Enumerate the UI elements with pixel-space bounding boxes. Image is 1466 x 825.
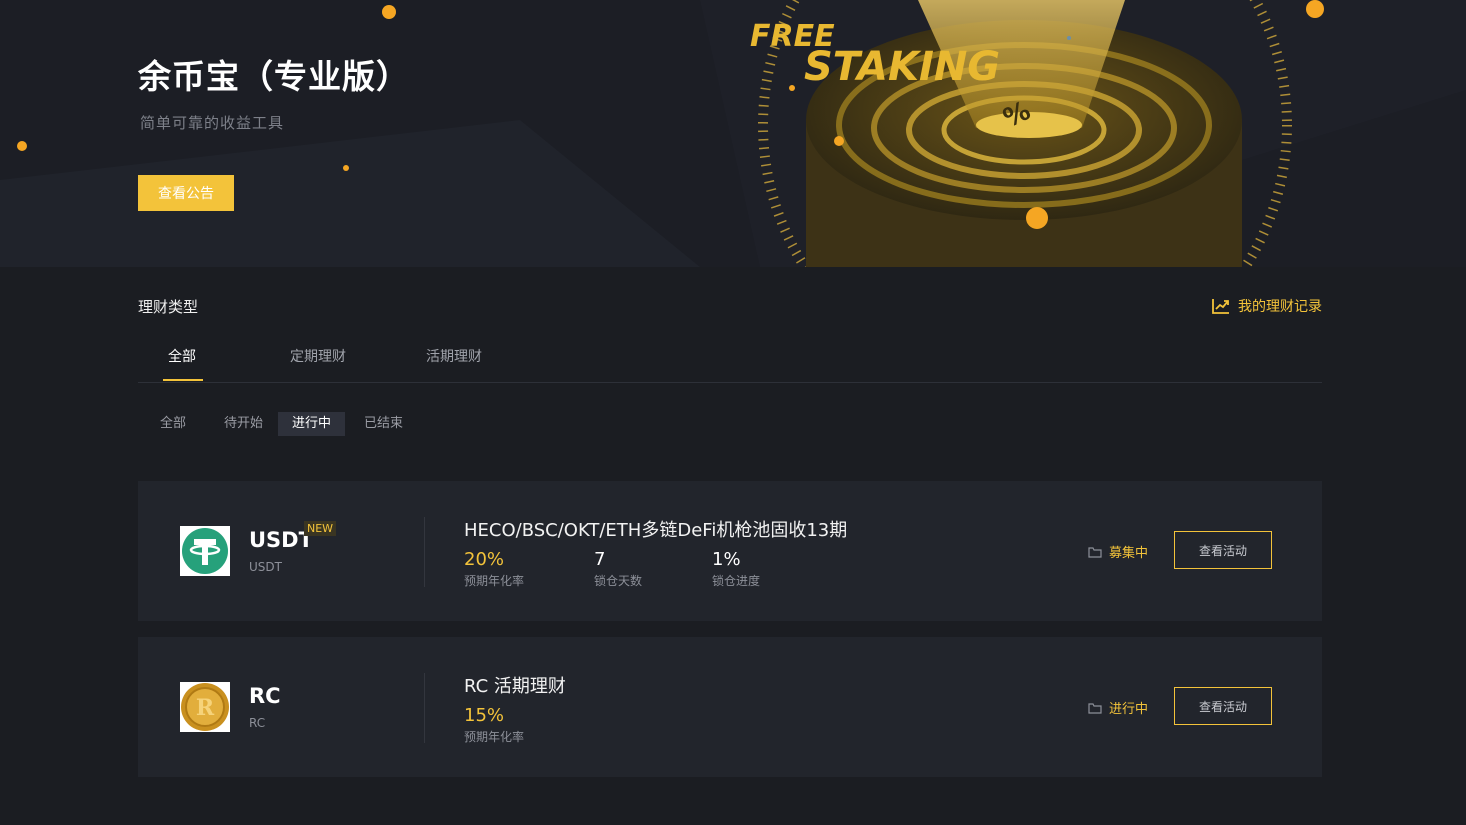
tab-all[interactable]: 全部 bbox=[168, 346, 196, 366]
stat-label: 预期年化率 bbox=[464, 574, 525, 588]
product-title[interactable]: RC 活期理财 bbox=[464, 672, 566, 698]
hero-banner: FREE STAKING % 余币宝（专业版） 简单可靠的收益工具 查看公告 bbox=[0, 0, 1466, 267]
usdt-logo-icon bbox=[180, 526, 230, 576]
stat-apy: 20% 预期年化率 bbox=[464, 549, 524, 589]
view-announcement-button[interactable]: 查看公告 bbox=[138, 175, 234, 211]
banner-line2: STAKING bbox=[804, 44, 1000, 86]
stat-apy: 15% 预期年化率 bbox=[464, 705, 524, 745]
stat-value: 20% bbox=[464, 549, 505, 570]
my-records-label: 我的理财记录 bbox=[1238, 299, 1322, 315]
stat-value: 15% bbox=[464, 705, 505, 726]
stat-label: 预期年化率 bbox=[464, 730, 525, 744]
filter-upcoming[interactable]: 待开始 bbox=[210, 412, 277, 436]
stat-label: 锁仓天数 bbox=[594, 574, 643, 588]
section-title: 理财类型 bbox=[138, 298, 199, 316]
card-divider bbox=[424, 517, 425, 587]
status-label: 募集中 bbox=[1109, 546, 1149, 561]
status-label: 进行中 bbox=[1109, 702, 1149, 717]
stat-lock-days: 7 锁仓天数 bbox=[594, 549, 642, 589]
page-title: 余币宝（专业版） bbox=[138, 57, 410, 96]
my-records-link[interactable]: 我的理财记录 bbox=[1212, 296, 1322, 316]
active-tab-indicator bbox=[163, 379, 203, 381]
status-icon bbox=[1088, 546, 1102, 558]
filter-all[interactable]: 全部 bbox=[146, 412, 200, 436]
card-divider bbox=[424, 673, 425, 743]
coin-subtitle: USDT bbox=[249, 560, 282, 574]
free-staking-graphic: FREE STAKING bbox=[748, 14, 1008, 90]
status-indicator: 募集中 bbox=[1088, 542, 1148, 561]
status-indicator: 进行中 bbox=[1088, 698, 1148, 717]
stat-lock-progress: 1% 锁仓进度 bbox=[712, 549, 760, 589]
tab-flexible[interactable]: 活期理财 bbox=[426, 346, 482, 366]
product-title[interactable]: HECO/BSC/OKT/ETH多链DeFi机枪池固收13期 bbox=[464, 516, 847, 542]
product-card[interactable]: USDT NEW USDT HECO/BSC/OKT/ETH多链DeFi机枪池固… bbox=[138, 481, 1322, 621]
svg-text:R: R bbox=[196, 695, 215, 721]
coin-name: RC bbox=[249, 684, 281, 708]
coin-subtitle: RC bbox=[249, 716, 266, 730]
product-type-tabs: 全部 定期理财 活期理财 bbox=[138, 342, 1322, 383]
hero-background bbox=[0, 0, 1466, 267]
view-activity-button[interactable]: 查看活动 bbox=[1174, 687, 1272, 725]
tab-fixed-term[interactable]: 定期理财 bbox=[290, 346, 346, 366]
filter-ended[interactable]: 已结束 bbox=[350, 412, 417, 436]
new-badge: NEW bbox=[304, 521, 337, 536]
stat-label: 锁仓进度 bbox=[712, 574, 761, 588]
page-subtitle: 简单可靠的收益工具 bbox=[140, 114, 285, 132]
chart-trend-icon bbox=[1212, 299, 1229, 314]
rc-logo-icon: R bbox=[180, 682, 230, 732]
view-activity-button[interactable]: 查看活动 bbox=[1174, 531, 1272, 569]
filter-in-progress[interactable]: 进行中 bbox=[278, 412, 346, 436]
stat-value: 1% bbox=[712, 549, 741, 570]
stat-value: 7 bbox=[594, 549, 606, 570]
main-content: 理财类型 我的理财记录 全部 定期理财 活期理财 全部 待开始 进行中 已结束 bbox=[0, 267, 1466, 825]
product-card[interactable]: R RC RC RC 活期理财 15% 预期年化率 进行中 查看活动 bbox=[138, 637, 1322, 777]
status-icon bbox=[1088, 702, 1102, 714]
